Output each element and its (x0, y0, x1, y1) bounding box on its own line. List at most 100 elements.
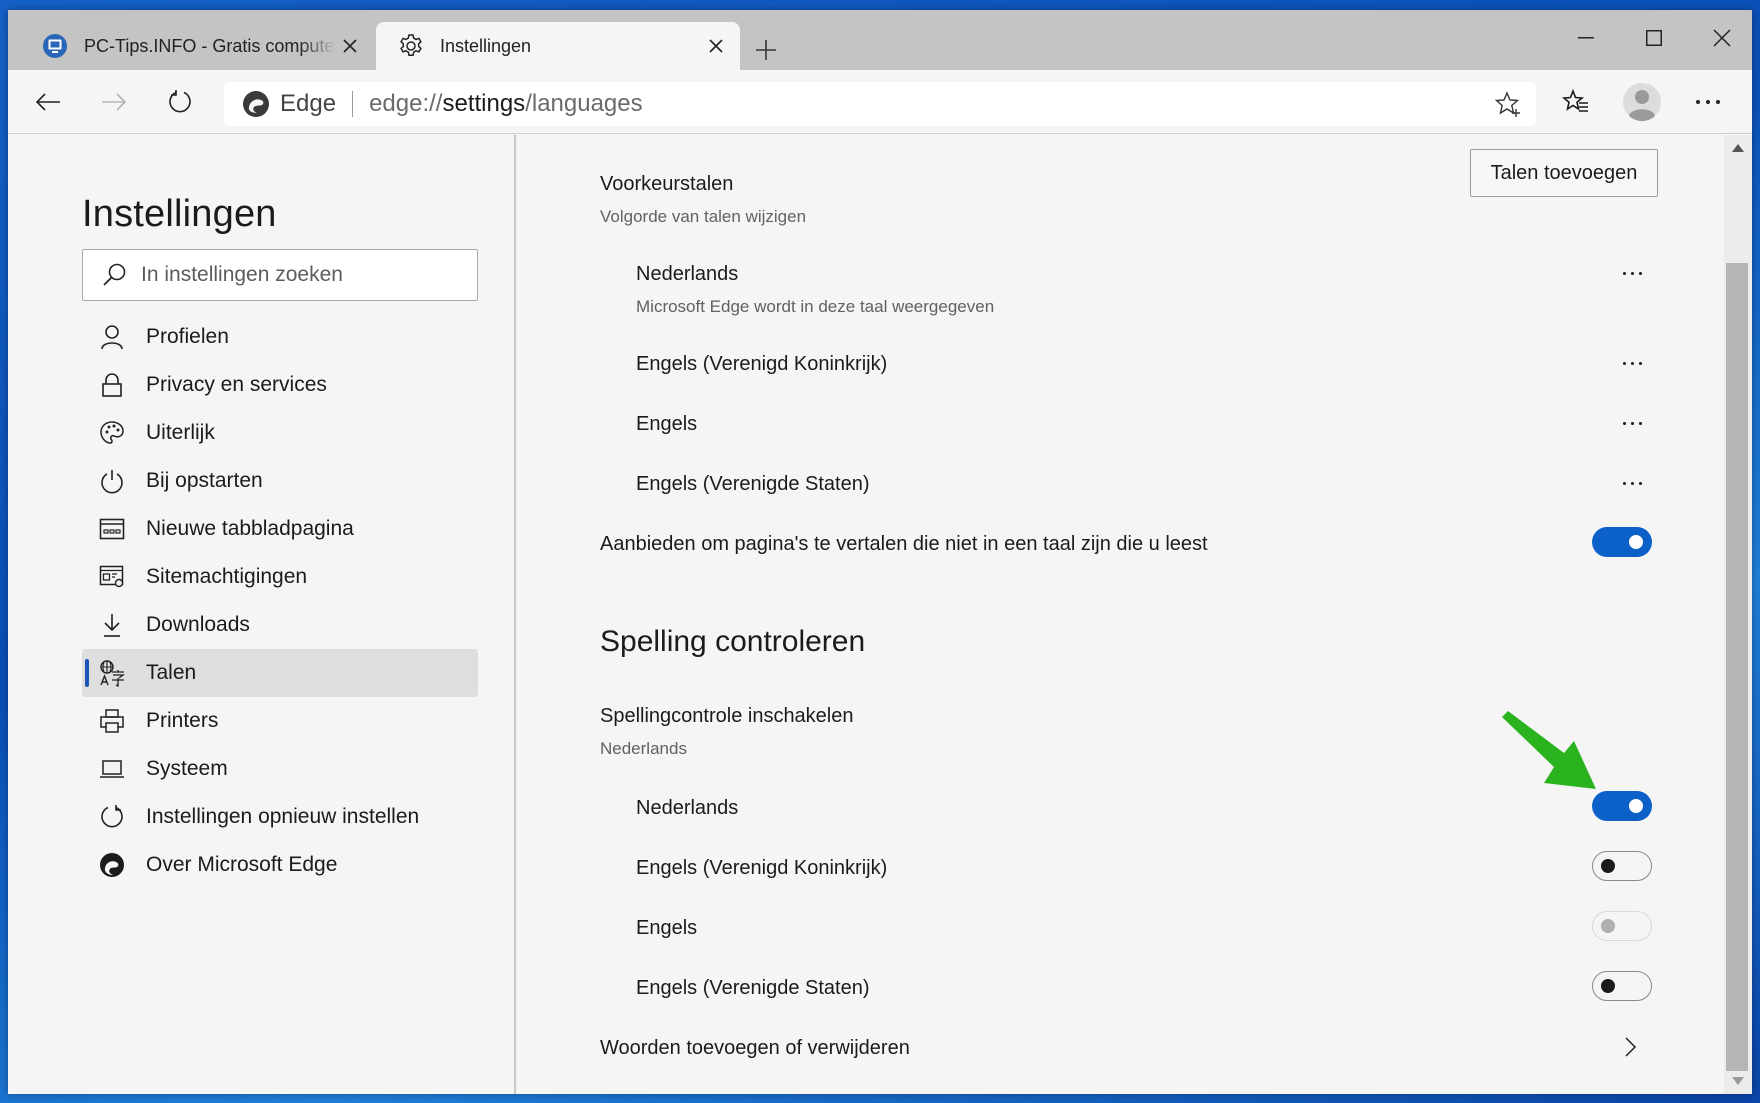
forward-button[interactable] (94, 82, 134, 122)
tab-pc-tips[interactable]: PC-Tips.INFO - Gratis computer tips (22, 22, 374, 70)
site-identity-label: Edge (280, 90, 337, 117)
profile-avatar[interactable] (1620, 80, 1664, 124)
languages-settings-panel: Voorkeurstalen Volgorde van talen wijzig… (518, 135, 1724, 1094)
gear-icon (398, 33, 424, 59)
add-favorite-star-icon[interactable] (1494, 90, 1522, 118)
languages-icon (98, 659, 126, 687)
sidebar-item-label: Systeem (146, 757, 228, 780)
reset-icon (98, 803, 126, 831)
sidebar-item-nieuwe-tabbladpagina[interactable]: Nieuwe tabbladpagina (82, 505, 478, 553)
person-icon (98, 323, 126, 351)
minimize-button[interactable] (1558, 18, 1614, 58)
sidebar-item-label: Talen (146, 661, 197, 684)
url-text[interactable]: edge://settings/languages (369, 90, 643, 118)
printer-icon (98, 707, 126, 735)
site-permissions-icon (98, 563, 126, 591)
offer-translate-label: Aanbieden om pagina's te vertalen die ni… (600, 533, 1208, 555)
sidebar-item-uiterlijk[interactable]: Uiterlijk (82, 409, 478, 457)
sidebar-item-label: Bij opstarten (146, 469, 263, 492)
scroll-up-arrow-icon[interactable] (1724, 137, 1752, 159)
sidebar-item-sitemachtigingen[interactable]: Sitemachtigingen (82, 553, 478, 601)
sidebar-item-reset[interactable]: Instellingen opnieuw instellen (82, 793, 478, 841)
sidebar-item-over-edge[interactable]: Over Microsoft Edge (82, 841, 478, 889)
sidebar-item-printers[interactable]: Printers (82, 697, 478, 745)
url-scheme: edge:// (369, 90, 443, 117)
sidebar-item-talen[interactable]: Talen (82, 649, 478, 697)
spellcheck-toggle-engels[interactable] (1592, 911, 1652, 941)
more-actions-icon[interactable] (1612, 471, 1652, 495)
address-bar[interactable]: Edge edge://settings/languages (224, 82, 1536, 126)
preferred-language-name: Nederlands (636, 263, 739, 285)
more-actions-icon[interactable] (1612, 261, 1652, 285)
sidebar-item-systeem[interactable]: Systeem (82, 745, 478, 793)
preferred-languages-title: Voorkeurstalen (600, 173, 734, 195)
sidebar-item-label: Downloads (146, 613, 250, 636)
chevron-right-icon[interactable] (1618, 1035, 1642, 1059)
toolbar: Edge edge://settings/languages (8, 70, 1752, 134)
spellcheck-language-name: Engels (636, 917, 698, 939)
laptop-icon (98, 755, 126, 783)
maximize-button[interactable] (1626, 18, 1682, 58)
search-icon (103, 263, 126, 286)
preferred-language-name: Engels (Verenigd Koninkrijk) (636, 353, 888, 375)
url-host: settings (442, 90, 526, 117)
address-separator (352, 91, 354, 117)
favorites-button[interactable] (1556, 82, 1596, 122)
spellcheck-section-title: Spelling controleren (600, 625, 866, 658)
sidebar-item-bij-opstarten[interactable]: Bij opstarten (82, 457, 478, 505)
close-tab-icon[interactable] (702, 32, 730, 60)
close-tab-icon[interactable] (336, 32, 364, 60)
pc-tips-favicon-icon (42, 33, 68, 59)
sidebar-item-label: Instellingen opnieuw instellen (146, 805, 420, 828)
tab-instellingen[interactable]: Instellingen (376, 22, 740, 70)
sidebar-item-label: Nieuwe tabbladpagina (146, 517, 354, 540)
offer-translate-toggle[interactable] (1592, 527, 1652, 557)
settings-nav: Profielen Privacy en services Uiterlijk … (82, 313, 478, 889)
sidebar-item-label: Privacy en services (146, 373, 327, 396)
sidebar-item-label: Printers (146, 709, 219, 732)
palette-icon (98, 419, 126, 447)
scrollbar-thumb[interactable] (1726, 263, 1748, 1071)
new-tab-page-icon (98, 515, 126, 543)
browser-window: PC-Tips.INFO - Gratis computer tips Inst… (8, 10, 1752, 1094)
preferred-language-name: Engels (636, 413, 698, 435)
sidebar-item-label: Sitemachtigingen (146, 565, 308, 588)
settings-title: Instellingen (82, 193, 277, 235)
spellcheck-language-name: Engels (Verenigde Staten) (636, 977, 870, 999)
more-actions-icon[interactable] (1612, 411, 1652, 435)
spellcheck-toggle-engels-vs[interactable] (1592, 971, 1652, 1001)
settings-search-input[interactable] (141, 263, 461, 287)
sidebar-item-profielen[interactable]: Profielen (82, 313, 478, 361)
spellcheck-enable-sub: Nederlands (600, 739, 687, 758)
sidebar-item-privacy[interactable]: Privacy en services (82, 361, 478, 409)
settings-and-more-button[interactable] (1688, 82, 1728, 122)
power-icon (98, 467, 126, 495)
refresh-button[interactable] (160, 82, 200, 122)
spellcheck-toggle-nederlands[interactable] (1592, 791, 1652, 821)
annotation-arrow-icon (1502, 711, 1596, 789)
spellcheck-toggle-engels-vk[interactable] (1592, 851, 1652, 881)
tab-title: PC-Tips.INFO - Gratis computer tips (84, 35, 336, 56)
preferred-language-note: Microsoft Edge wordt in deze taal weerge… (636, 297, 995, 316)
preferred-languages-subtitle: Volgorde van talen wijzigen (600, 207, 807, 226)
settings-sidebar: Instellingen Profielen Privacy en servic… (8, 135, 516, 1094)
url-path: /languages (525, 90, 643, 117)
sidebar-item-label: Profielen (146, 325, 229, 348)
preferred-language-name: Engels (Verenigde Staten) (636, 473, 870, 495)
tab-strip: PC-Tips.INFO - Gratis computer tips Inst… (8, 10, 1752, 70)
edge-logo-icon (98, 851, 126, 879)
new-tab-button[interactable] (748, 32, 784, 68)
lock-icon (98, 371, 126, 399)
add-languages-button[interactable]: Talen toevoegen (1470, 149, 1658, 197)
more-actions-icon[interactable] (1612, 351, 1652, 375)
settings-search[interactable] (82, 249, 478, 301)
tab-title: Instellingen (440, 35, 532, 56)
custom-words-link[interactable]: Woorden toevoegen of verwijderen (600, 1037, 910, 1060)
edge-logo-icon (243, 91, 269, 117)
sidebar-item-downloads[interactable]: Downloads (82, 601, 478, 649)
close-window-button[interactable] (1694, 18, 1750, 58)
back-button[interactable] (28, 82, 68, 122)
scroll-down-arrow-icon[interactable] (1724, 1070, 1752, 1092)
sidebar-item-label: Over Microsoft Edge (146, 853, 338, 876)
content-scrollbar[interactable] (1724, 135, 1752, 1094)
